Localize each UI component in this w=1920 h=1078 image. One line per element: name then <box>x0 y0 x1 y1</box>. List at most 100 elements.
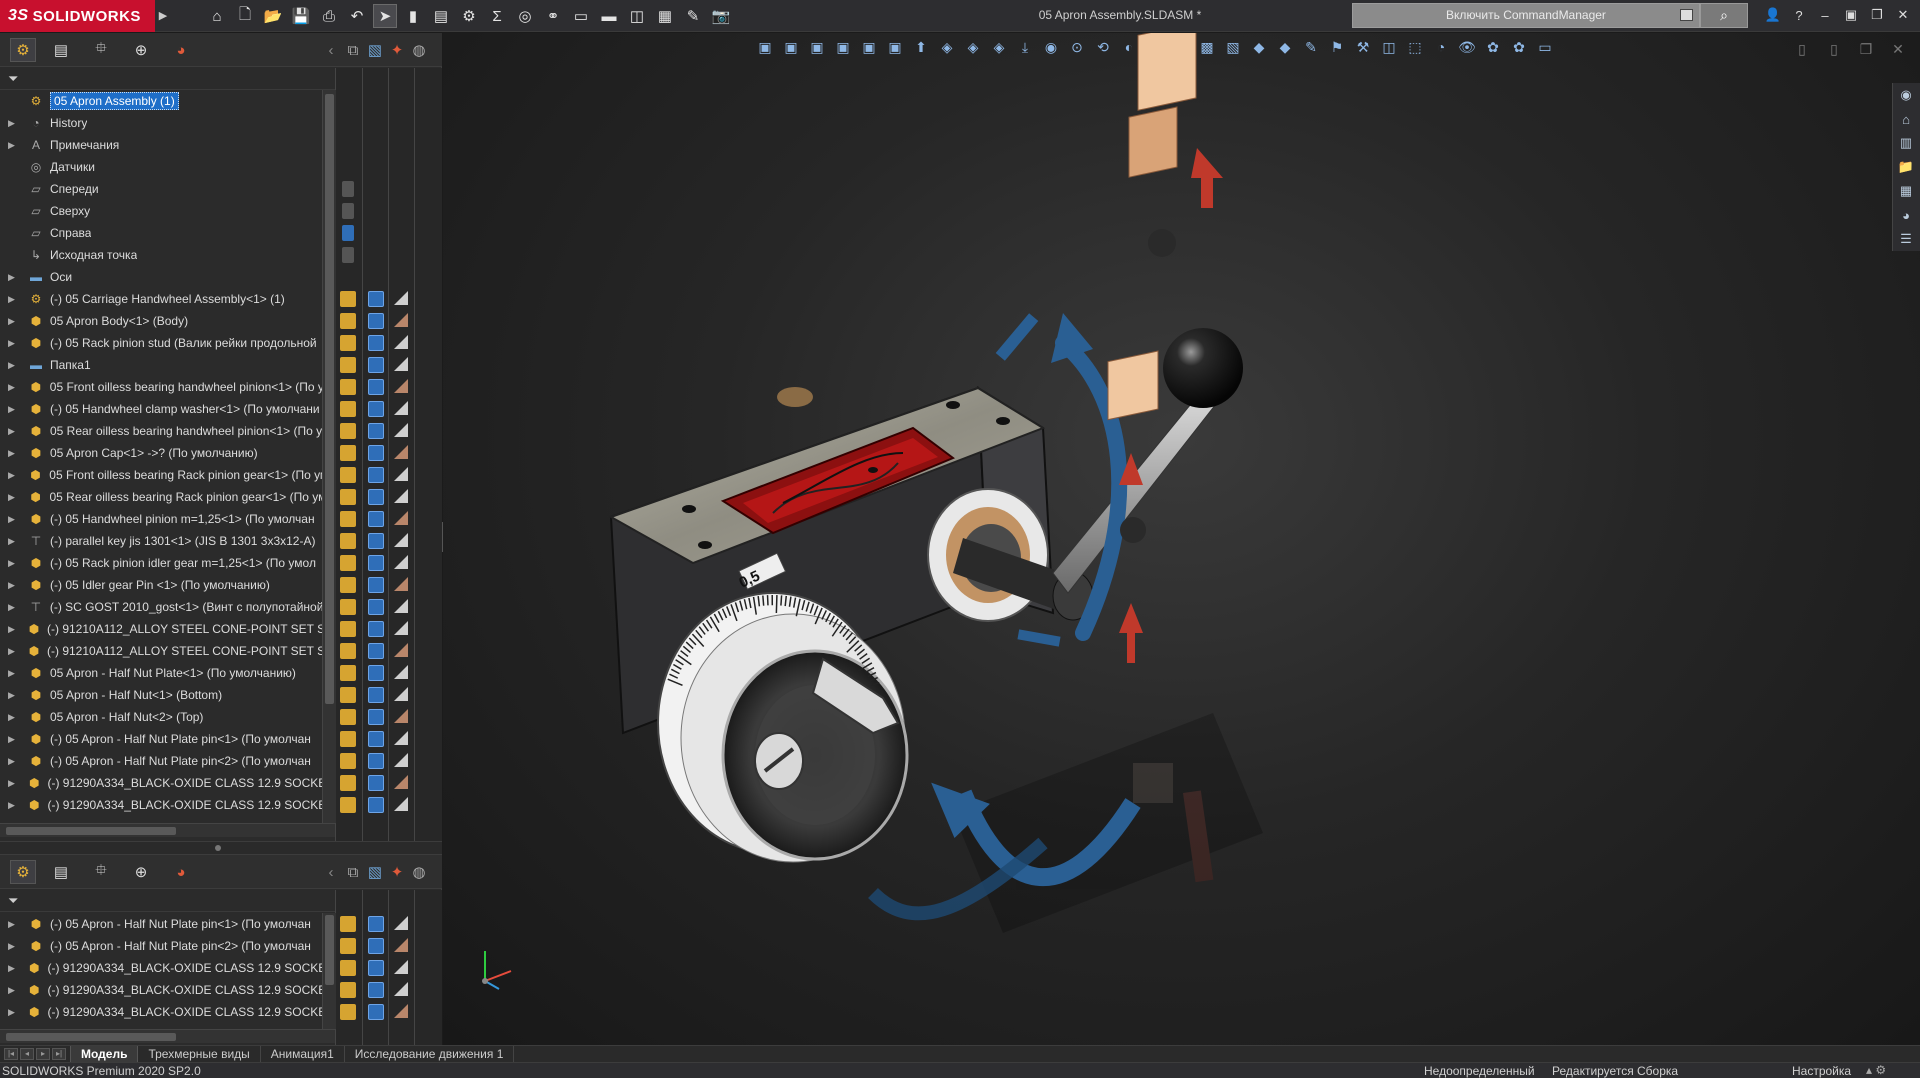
tab-animation[interactable]: Анимация1 <box>261 1046 345 1063</box>
display-mode-icon[interactable] <box>368 731 384 747</box>
hide-show-component-icon[interactable] <box>340 916 356 932</box>
display-mode-icon[interactable] <box>368 753 384 769</box>
tree-item[interactable]: ▶ ⬢ (-) 91210A112_ALLOY STEEL CONE-POINT S… <box>0 640 322 662</box>
tree-item[interactable]: ▱ Справа <box>0 222 322 244</box>
hide-show-component-icon[interactable] <box>340 643 356 659</box>
hide-show-component-icon[interactable] <box>340 621 356 637</box>
appearance-swatch-icon[interactable] <box>394 489 408 503</box>
tree-hscrollbar-top[interactable] <box>0 823 335 837</box>
tree-item[interactable]: ▶ ⬢ 05 Apron - Half Nut Plate<1> (По умолч… <box>0 662 322 684</box>
tree-hscrollbar-bottom[interactable] <box>0 1029 335 1043</box>
tree-item[interactable]: ▶ ⚙ (-) 05 Carriage Handwheel Assembly<1> … <box>0 288 322 310</box>
tree-item[interactable]: ▶ ⬢ (-) 05 Apron - Half Nut Plate pin<1> (… <box>0 913 322 935</box>
tree-item[interactable]: ▶ ⊤ (-) parallel key jis 1301<1> (JIS B 13… <box>0 530 322 552</box>
tree-item[interactable]: ▶ ⬢ 05 Front oilless bearing handwheel pin… <box>0 376 322 398</box>
command-manager-toggle[interactable]: Включить CommandManager <box>1352 3 1700 28</box>
appearance-swatch-icon[interactable] <box>394 335 408 349</box>
appearance-swatch-icon[interactable] <box>394 753 408 767</box>
tree-item[interactable]: ▶ ⬢ 05 Rear oilless bearing Rack pinion ge… <box>0 486 322 508</box>
options-gear-icon[interactable]: ⚙ <box>457 4 481 28</box>
display-mode-icon[interactable] <box>368 445 384 461</box>
hide-show-component-icon[interactable] <box>340 1004 356 1020</box>
expand-arrow-icon[interactable]: ▶ <box>8 734 20 745</box>
expand-arrow-icon[interactable]: ▶ <box>8 690 20 701</box>
camera-icon[interactable]: 📷 <box>709 4 733 28</box>
expand-arrow-icon[interactable]: ▶ <box>8 941 20 952</box>
hide-show-component-icon[interactable] <box>340 577 356 593</box>
plane-visibility-icon[interactable] <box>342 225 354 241</box>
feature-manager-tab-icon[interactable]: ⚙ <box>10 38 36 62</box>
display-mode-icon[interactable] <box>368 313 384 329</box>
configuration-manager-tab-icon[interactable]: ⯐ <box>88 38 114 62</box>
appearance-swatch-icon[interactable] <box>394 982 408 996</box>
expand-arrow-icon[interactable]: ▶ <box>8 118 20 129</box>
expand-arrow-icon[interactable]: ▶ <box>8 404 20 415</box>
tree-item[interactable]: ▶ ⬢ (-) 05 Idler gear Pin <1> (По умолчани… <box>0 574 322 596</box>
expand-arrow-icon[interactable]: ▶ <box>8 338 20 349</box>
tree-item[interactable]: ▶ ⬢ 05 Apron - Half Nut<2> (Top) <box>0 706 322 728</box>
appearance-swatch-icon[interactable] <box>394 916 408 930</box>
tree-item[interactable]: ▶ ⬢ (-) 05 Rack pinion idler gear m=1,25<1… <box>0 552 322 574</box>
appearance-swatch-icon[interactable] <box>394 445 408 459</box>
hide-show-component-icon[interactable] <box>340 982 356 998</box>
expand-arrow-icon[interactable]: ▶ <box>8 426 20 437</box>
apron-assembly-model[interactable]: 0,5 <box>443 33 1920 1045</box>
tree-item[interactable]: ▶ ⬢ 05 Apron - Half Nut<1> (Bottom) <box>0 684 322 706</box>
hide-show-component-icon[interactable] <box>340 467 356 483</box>
tree-item[interactable]: ↳ Исходная точка <box>0 244 322 266</box>
display-mode-icon[interactable] <box>368 511 384 527</box>
display-mode-icon[interactable] <box>368 489 384 505</box>
tile-windows-icon[interactable]: ▣ <box>1840 4 1862 26</box>
expand-arrow-icon[interactable]: ▶ <box>8 778 19 789</box>
panel-splitter[interactable] <box>0 841 442 855</box>
expand-arrow-icon[interactable]: ▶ <box>8 919 20 930</box>
appearance-swatch-icon[interactable] <box>394 511 408 525</box>
expand-arrow-icon[interactable]: ▶ <box>8 382 20 393</box>
tree-item[interactable]: ▶ A Примечания <box>0 134 322 156</box>
expand-arrow-icon[interactable]: ▶ <box>8 272 20 283</box>
tab-motion-study[interactable]: Исследование движения 1 <box>345 1046 515 1063</box>
expand-arrow-icon[interactable]: ▶ <box>8 294 20 305</box>
tree-item[interactable]: ▶ ⬢ (-) 91210A112_ALLOY STEEL CONE-POINT S… <box>0 618 322 640</box>
tree-filter-top[interactable]: ⏷ <box>0 68 335 90</box>
tree-item[interactable]: ▶ ⬢ 05 Apron Body<1> (Body) <box>0 310 322 332</box>
display-mode-icon[interactable] <box>368 938 384 954</box>
appearance-swatch-icon[interactable] <box>394 291 408 305</box>
expand-arrow-icon[interactable]: ▶ <box>8 712 20 723</box>
tree-item[interactable]: ▶ ⬢ 05 Front oilless bearing Rack pinion g… <box>0 464 322 486</box>
configuration-manager-tab-icon[interactable]: ⯐ <box>88 860 114 884</box>
appearance-swatch-icon[interactable] <box>394 555 408 569</box>
open-icon[interactable]: 📂 <box>261 4 285 28</box>
display-mode-icon[interactable] <box>368 709 384 725</box>
tree-root[interactable]: ⚙ 05 Apron Assembly (1) <box>0 90 322 112</box>
tree-item[interactable]: ▶ ▬ Папка1 <box>0 354 322 376</box>
display-mode-icon[interactable] <box>368 665 384 681</box>
hide-show-component-icon[interactable] <box>340 445 356 461</box>
display-mode-icon[interactable] <box>368 797 384 813</box>
tab-3d-views[interactable]: Трехмерные виды <box>138 1046 261 1063</box>
hide-show-component-icon[interactable] <box>340 555 356 571</box>
display-mode-icon[interactable] <box>368 335 384 351</box>
hide-show-component-icon[interactable] <box>340 335 356 351</box>
window-split-icon[interactable]: ◫ <box>625 4 649 28</box>
appearance-swatch-icon[interactable] <box>394 1004 408 1018</box>
display-mode-icon[interactable] <box>368 960 384 976</box>
print-icon[interactable]: ⎙ <box>317 4 341 28</box>
tools-icon[interactable]: ✎ <box>681 4 705 28</box>
display-mode-icon[interactable] <box>368 467 384 483</box>
expand-arrow-icon[interactable]: ▶ <box>8 756 20 767</box>
tree-item[interactable]: ▶ ⬢ (-) 05 Apron - Half Nut Plate pin<2> (… <box>0 750 322 772</box>
display-mode-icon[interactable] <box>368 401 384 417</box>
expand-arrow-icon[interactable]: ▶ <box>8 514 20 525</box>
hide-show-component-icon[interactable] <box>340 401 356 417</box>
appearance-swatch-icon[interactable] <box>394 687 408 701</box>
appearance-swatch-icon[interactable] <box>394 797 408 811</box>
tree-item[interactable]: ▶ ⬢ (-) 91290A334_BLACK-OXIDE CLASS 12.9 S… <box>0 979 322 1001</box>
hide-show-component-icon[interactable] <box>340 313 356 329</box>
hide-show-component-icon[interactable] <box>340 357 356 373</box>
hide-show-component-icon[interactable] <box>340 423 356 439</box>
hide-show-component-icon[interactable] <box>340 797 356 813</box>
tree-item[interactable]: ▶ ⬢ (-) 05 Handwheel pinion m=1,25<1> (По … <box>0 508 322 530</box>
expand-arrow-icon[interactable]: ▶ <box>8 1007 19 1018</box>
minimize-icon[interactable]: – <box>1814 4 1836 26</box>
